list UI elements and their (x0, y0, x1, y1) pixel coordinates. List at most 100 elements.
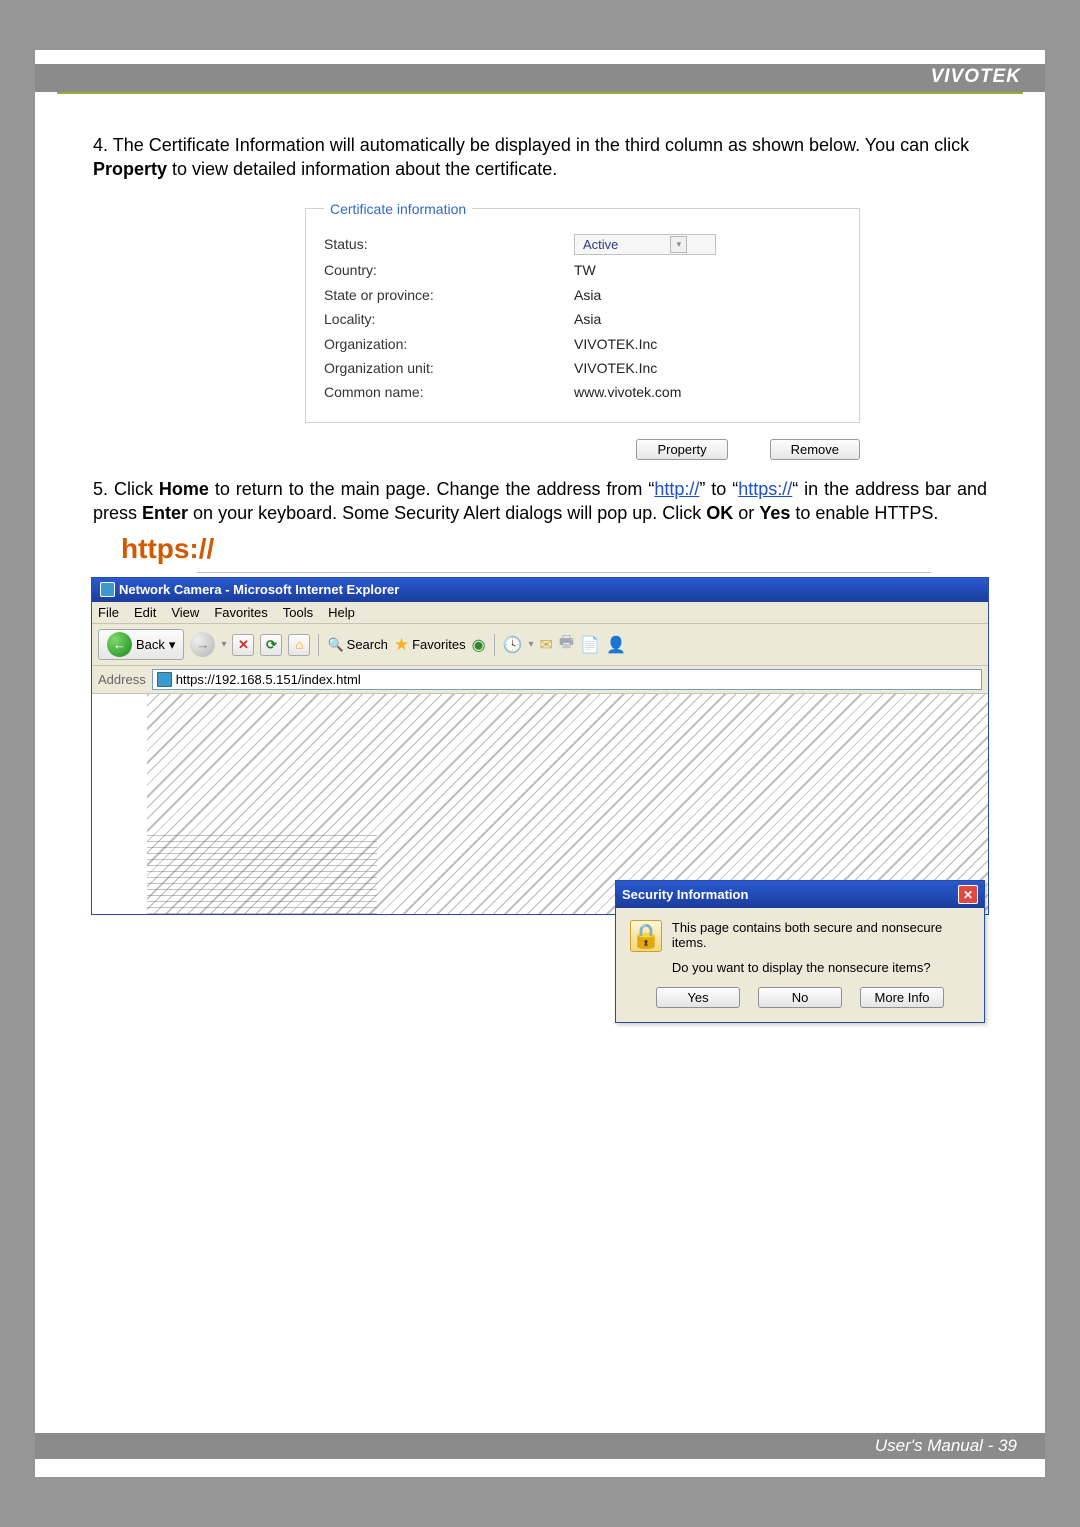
step-4-num: 4. (93, 135, 108, 155)
home-button[interactable]: ⌂ (288, 634, 310, 656)
close-button[interactable]: ✕ (958, 885, 978, 904)
favorites-label: Favorites (412, 637, 465, 652)
ie-icon (100, 582, 115, 597)
ie-window: Network Camera - Microsoft Internet Expl… (91, 577, 989, 915)
edit-button[interactable]: 📄 (580, 635, 600, 655)
remove-button[interactable]: Remove (770, 439, 860, 460)
address-input[interactable]: https://192.168.5.151/index.html (152, 669, 982, 690)
page-icon (157, 672, 172, 687)
search-icon: 🔍 (327, 637, 343, 653)
step5-ok: OK (706, 503, 733, 523)
org-value: VIVOTEK.Inc (574, 335, 657, 353)
footer-page: 39 (998, 1436, 1017, 1455)
back-button[interactable]: ← Back ▾ (98, 629, 184, 660)
orgunit-label: Organization unit: (324, 359, 574, 377)
locality-value: Asia (574, 310, 601, 328)
messenger-button[interactable]: 👤 (606, 635, 626, 655)
https-link[interactable]: https:// (738, 479, 792, 499)
history-button[interactable]: 🕓 (503, 635, 523, 655)
step5-f: or (733, 503, 759, 523)
menu-view[interactable]: View (171, 605, 199, 620)
locality-label: Locality: (324, 310, 574, 328)
step-4-text-a: The Certificate Information will automat… (113, 135, 969, 155)
toolbar-divider-2 (494, 634, 495, 656)
property-button[interactable]: Property (636, 439, 727, 460)
cn-value: www.vivotek.com (574, 383, 681, 401)
media-button[interactable]: ◉ (472, 635, 486, 655)
step5-g: to enable HTTPS. (790, 503, 938, 523)
step-5: 5. Click Home to return to the main page… (93, 478, 987, 526)
stop-icon: ✕ (238, 637, 249, 653)
country-label: Country: (324, 261, 574, 279)
step5-a: Click (114, 479, 159, 499)
step-5-num: 5. (93, 479, 108, 499)
state-value: Asia (574, 286, 601, 304)
back-arrow-icon: ← (107, 632, 132, 657)
menu-tools[interactable]: Tools (283, 605, 313, 620)
security-line-2: Do you want to display the nonsecure ite… (672, 960, 970, 975)
status-value: Active (583, 236, 618, 253)
ie-menu-bar: File Edit View Favorites Tools Help (92, 602, 988, 624)
refresh-icon: ⟳ (266, 637, 277, 653)
print-button[interactable]: 🖶 (559, 631, 574, 658)
address-value: https://192.168.5.151/index.html (176, 672, 361, 687)
star-icon: ★ (394, 635, 409, 655)
viewport-graphic-2 (147, 834, 377, 914)
org-label: Organization: (324, 335, 574, 353)
back-label: Back (136, 637, 165, 652)
footer: User's Manual - 39 (35, 1433, 1045, 1459)
step-4-text-b: to view detailed information about the c… (167, 159, 557, 179)
address-label: Address (98, 672, 146, 687)
country-value: TW (574, 261, 596, 279)
home-icon: ⌂ (296, 637, 304, 652)
ie-toolbar: ← Back ▾ → ▾ ✕ ⟳ ⌂ 🔍Search ★Favorites ◉ … (92, 624, 988, 666)
orgunit-value: VIVOTEK.Inc (574, 359, 657, 377)
certificate-legend: Certificate information (324, 200, 472, 218)
menu-favorites[interactable]: Favorites (214, 605, 267, 620)
stop-button[interactable]: ✕ (232, 634, 254, 656)
chevron-down-icon: ▾ (670, 236, 687, 253)
history-chevron-icon: ▾ (528, 639, 533, 650)
step-4-property: Property (93, 159, 167, 179)
security-line-1: This page contains both secure and nonse… (672, 920, 970, 950)
step5-e: on your keyboard. Some Security Alert di… (188, 503, 706, 523)
step5-home: Home (159, 479, 209, 499)
status-label: Status: (324, 235, 574, 253)
menu-file[interactable]: File (98, 605, 119, 620)
search-label: Search (347, 637, 388, 652)
state-label: State or province: (324, 286, 574, 304)
security-title-bar: Security Information ✕ (616, 881, 984, 908)
security-dialog: Security Information ✕ 🔒 This page conta… (615, 880, 985, 1023)
https-underline (197, 572, 931, 573)
menu-help[interactable]: Help (328, 605, 355, 620)
no-button[interactable]: No (758, 987, 842, 1008)
mail-button[interactable]: ✉ (540, 635, 553, 655)
lock-warning-icon: 🔒 (630, 920, 662, 952)
favorites-button[interactable]: ★Favorites (394, 635, 466, 655)
header-divider (57, 92, 1023, 94)
step-4: 4. The Certificate Information will auto… (93, 134, 987, 182)
cn-label: Common name: (324, 383, 574, 401)
brand-name: VIVOTEK (931, 66, 1021, 87)
step5-enter: Enter (142, 503, 188, 523)
small-chevron: ▾ (221, 639, 226, 650)
chevron-down-icon: ▾ (169, 637, 176, 653)
footer-label: User's Manual - (875, 1436, 998, 1455)
brand-strip: VIVOTEK (35, 64, 1045, 92)
certificate-info-box: Certificate information Status: Active ▾… (305, 200, 860, 423)
more-info-button[interactable]: More Info (860, 987, 944, 1008)
status-select[interactable]: Active ▾ (574, 234, 716, 255)
yes-button[interactable]: Yes (656, 987, 740, 1008)
http-link[interactable]: http:// (654, 479, 699, 499)
ie-title-text: Network Camera - Microsoft Internet Expl… (119, 582, 399, 597)
step5-b: to return to the main page. Change the a… (209, 479, 654, 499)
step5-yes: Yes (759, 503, 790, 523)
forward-button[interactable]: → (190, 632, 215, 657)
address-bar-row: Address https://192.168.5.151/index.html (92, 666, 988, 694)
toolbar-divider (318, 634, 319, 656)
menu-edit[interactable]: Edit (134, 605, 156, 620)
refresh-button[interactable]: ⟳ (260, 634, 282, 656)
https-marker: https:// (121, 531, 214, 568)
security-title-text: Security Information (622, 887, 748, 902)
search-button[interactable]: 🔍 Search (327, 637, 387, 653)
